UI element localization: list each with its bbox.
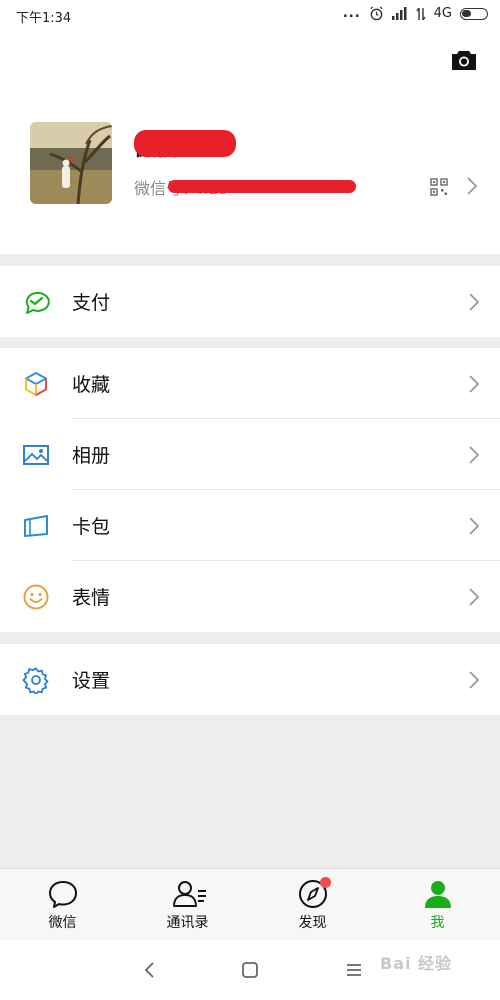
person-icon xyxy=(422,879,454,909)
menu-item-pay[interactable]: 支付 xyxy=(0,266,500,337)
tab-label: 我 xyxy=(430,915,445,931)
network-type: 4G xyxy=(433,6,452,21)
menu-item-album[interactable]: 相册 xyxy=(0,419,500,490)
data-transfer-icon xyxy=(416,7,426,20)
menu-item-label: 设置 xyxy=(72,670,111,692)
wallet-card-icon xyxy=(22,512,50,540)
pay-icon xyxy=(22,288,50,316)
status-icons: ... 4G xyxy=(343,6,488,21)
gear-icon xyxy=(22,666,50,696)
tab-label: 发现 xyxy=(298,915,327,931)
watermark-text: Bai 经验 xyxy=(380,954,453,973)
tab-discover[interactable]: 发现 xyxy=(250,869,375,940)
home-icon[interactable] xyxy=(238,958,262,982)
pay-section: 支付 xyxy=(0,266,500,337)
status-bar: 下午1:34 ... 4G xyxy=(0,0,500,34)
back-icon[interactable] xyxy=(138,958,162,982)
menu-icon[interactable] xyxy=(342,958,366,982)
battery-icon xyxy=(460,7,488,20)
menu-item-stickers[interactable]: 表情 xyxy=(0,561,500,632)
tab-chats[interactable]: 微信 xyxy=(0,869,125,940)
settings-section: 设置 xyxy=(0,644,500,715)
cube-icon xyxy=(22,370,50,398)
chevron-right-icon xyxy=(469,446,480,464)
signal-icon xyxy=(391,7,407,20)
chevron-right-icon xyxy=(469,375,480,393)
alarm-icon xyxy=(370,6,383,21)
chevron-right-icon xyxy=(469,588,480,606)
menu-item-label: 相册 xyxy=(72,445,111,467)
notification-badge xyxy=(319,877,331,888)
collections-section: 收藏 相册 卡包 表情 xyxy=(0,348,500,632)
status-time: 下午1:34 xyxy=(16,11,72,26)
chevron-right-icon xyxy=(469,517,480,535)
profile-header[interactable]: 微信 微信号：h15 xyxy=(0,34,500,254)
chevron-right-icon xyxy=(469,293,480,311)
avatar[interactable] xyxy=(30,122,112,204)
menu-item-favorites[interactable]: 收藏 xyxy=(0,348,500,419)
chevron-right-icon xyxy=(467,177,478,195)
name-redaction-mark xyxy=(134,130,236,157)
menu-item-label: 卡包 xyxy=(72,516,111,538)
tab-contacts[interactable]: 通讯录 xyxy=(125,869,250,940)
menu-item-label: 表情 xyxy=(72,587,111,609)
tab-label: 通讯录 xyxy=(166,915,209,931)
id-redaction-mark xyxy=(168,180,356,193)
menu-item-label: 支付 xyxy=(72,292,111,314)
menu-item-settings[interactable]: 设置 xyxy=(0,644,500,715)
more-dots-icon: ... xyxy=(342,6,361,21)
chevron-right-icon xyxy=(469,671,480,689)
tab-me[interactable]: 我 xyxy=(375,869,500,940)
qr-code-icon[interactable] xyxy=(430,178,448,196)
camera-icon[interactable] xyxy=(450,48,478,74)
tab-label: 微信 xyxy=(48,915,77,931)
menu-item-cards[interactable]: 卡包 xyxy=(0,490,500,561)
bottom-tab-bar: 微信 通讯录 发现 我 xyxy=(0,868,500,940)
compass-icon xyxy=(297,877,331,909)
menu-item-label: 收藏 xyxy=(72,374,111,396)
chat-bubble-icon xyxy=(47,879,79,909)
smiley-icon xyxy=(22,583,50,611)
image-icon xyxy=(22,441,50,469)
contacts-icon xyxy=(172,879,206,909)
